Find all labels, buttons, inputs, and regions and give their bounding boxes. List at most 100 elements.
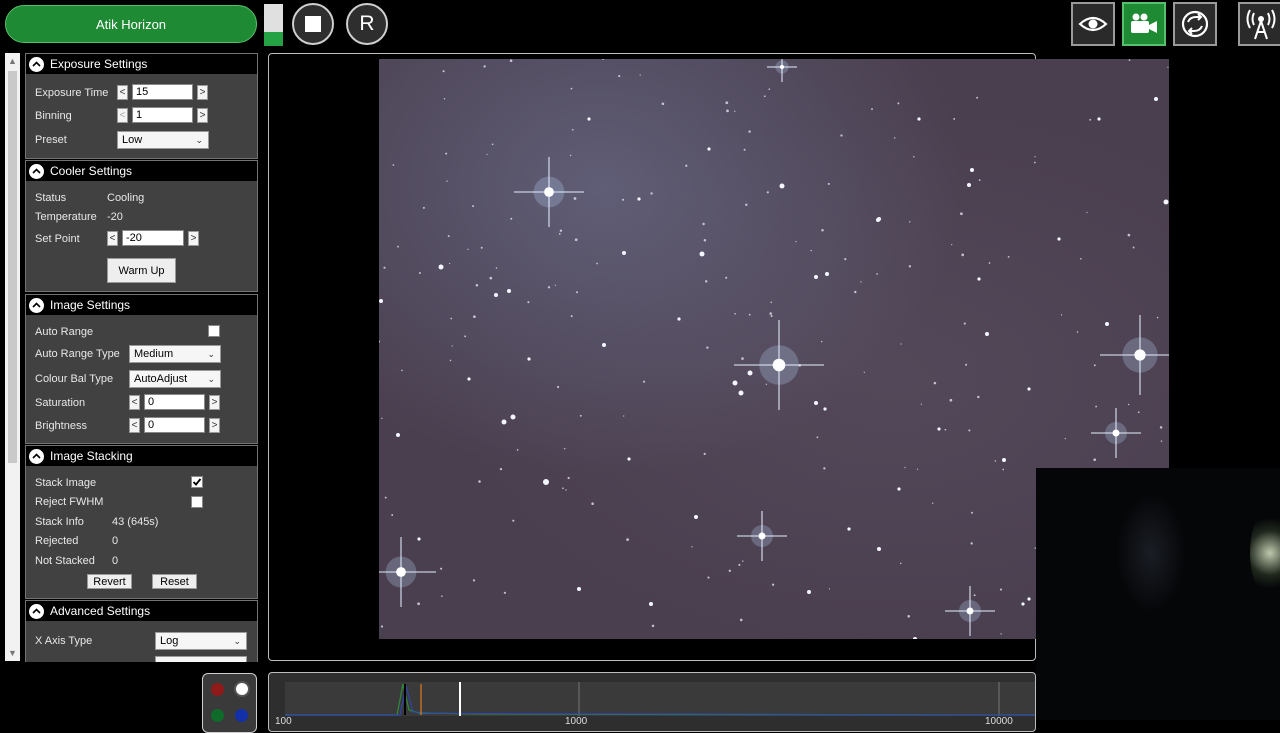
faint-star — [771, 583, 775, 586]
set-point-label: Set Point — [35, 233, 80, 245]
brightness-input[interactable]: 0 — [144, 417, 205, 433]
green-channel-icon[interactable] — [211, 709, 224, 722]
faint-star — [854, 290, 857, 294]
faint-star — [953, 117, 956, 120]
not-stacked-value: 0 — [112, 555, 119, 567]
faint-star — [516, 449, 519, 451]
view-button[interactable] — [1071, 2, 1115, 46]
faint-star — [1076, 331, 1079, 333]
histogram-panel[interactable]: 100 1000 10000 — [268, 672, 1036, 732]
colour-bal-type-label: Colour Bal Type — [35, 373, 114, 385]
colour-bal-type-select[interactable]: AutoAdjust ⌄ — [129, 370, 221, 388]
x-axis-type-select[interactable]: Log ⌄ — [155, 632, 247, 650]
faint-star — [745, 203, 748, 207]
faint-star — [464, 335, 467, 338]
color-channel-picker[interactable] — [202, 673, 257, 733]
temperature-label: Temperature — [35, 211, 97, 223]
histogram-tick-label: 10000 — [985, 716, 1013, 727]
camera-select-button[interactable]: Atik Horizon — [5, 5, 257, 43]
faint-star — [977, 395, 980, 399]
faint-star — [770, 314, 773, 318]
faint-star — [827, 182, 830, 185]
histogram-plot — [285, 682, 1035, 716]
faint-star — [726, 109, 729, 113]
image-settings-header[interactable]: Image Settings — [26, 295, 257, 315]
faint-star — [575, 291, 579, 294]
sync-button[interactable] — [1173, 2, 1217, 46]
faint-star — [383, 266, 386, 269]
exposure-time-label: Exposure Time — [35, 87, 109, 99]
warm-up-button[interactable]: Warm Up — [107, 258, 176, 283]
star — [1002, 458, 1006, 462]
advanced-settings-header[interactable]: Advanced Settings — [26, 601, 257, 621]
binning-increment-button[interactable]: > — [197, 108, 208, 123]
faint-star — [766, 191, 769, 194]
checkmark-icon — [192, 478, 202, 486]
stop-button[interactable] — [292, 3, 334, 45]
blue-channel-icon[interactable] — [235, 709, 248, 722]
star — [747, 370, 753, 376]
exposure-increment-button[interactable]: > — [197, 85, 208, 100]
faint-star — [401, 369, 403, 372]
star — [985, 332, 989, 336]
auto-range-checkbox[interactable] — [208, 325, 220, 337]
red-channel-icon[interactable] — [211, 683, 224, 696]
reset-stack-button[interactable]: Reset — [152, 574, 197, 589]
star — [779, 183, 785, 189]
set-point-increment-button[interactable]: > — [188, 231, 199, 246]
saturation-input[interactable]: 0 — [144, 394, 205, 410]
faint-star — [445, 152, 448, 155]
star — [825, 272, 829, 276]
auto-range-type-select[interactable]: Medium ⌄ — [129, 345, 221, 363]
faint-star — [417, 602, 420, 606]
reset-button[interactable]: R — [346, 3, 388, 45]
cooler-settings-header[interactable]: Cooler Settings — [26, 161, 257, 181]
star — [913, 637, 917, 639]
faint-star — [591, 502, 594, 505]
binning-decrement-button[interactable]: < — [117, 108, 128, 123]
saturation-increment-button[interactable]: > — [209, 395, 220, 410]
scroll-down-icon[interactable]: ▼ — [5, 646, 20, 660]
faint-star — [1095, 405, 1098, 408]
binning-input[interactable]: 1 — [132, 107, 193, 123]
scroll-up-icon[interactable]: ▲ — [5, 54, 20, 68]
faint-star — [1064, 437, 1066, 440]
reject-fwhm-checkbox[interactable] — [191, 496, 203, 508]
exposure-settings-header[interactable]: Exposure Settings — [26, 54, 257, 74]
preset-select[interactable]: Low ⌄ — [117, 131, 209, 149]
revert-button[interactable]: Revert — [87, 574, 132, 589]
faint-star — [495, 267, 498, 269]
exposure-time-input[interactable]: 15 — [132, 84, 193, 100]
histogram-tick-label: 100 — [275, 716, 292, 727]
star — [1091, 408, 1141, 458]
faint-star — [768, 88, 771, 91]
faint-star — [473, 315, 476, 319]
star — [876, 218, 880, 222]
faint-star — [978, 179, 981, 181]
star — [814, 401, 818, 405]
set-point-decrement-button[interactable]: < — [107, 231, 118, 246]
stack-image-checkbox[interactable] — [191, 476, 203, 488]
brightness-decrement-button[interactable]: < — [129, 418, 140, 433]
chevron-down-icon: ⌄ — [195, 135, 203, 145]
connection-button[interactable] — [1238, 2, 1280, 46]
reject-fwhm-label: Reject FWHM — [35, 496, 104, 508]
brightness-increment-button[interactable]: > — [209, 418, 220, 433]
stack-image-label: Stack Image — [35, 477, 97, 489]
cooler-settings-section: Cooler Settings Status Cooling Temperatu… — [25, 160, 258, 292]
set-point-input[interactable]: -20 — [122, 230, 184, 246]
saturation-decrement-button[interactable]: < — [129, 395, 140, 410]
exposure-decrement-button[interactable]: < — [117, 85, 128, 100]
capture-button[interactable] — [1122, 2, 1166, 46]
faint-star — [527, 301, 530, 304]
faint-star — [446, 180, 448, 182]
x-axis-type-label: X Axis Type — [35, 635, 93, 647]
panel-scrollbar[interactable]: ▲ ▼ — [5, 53, 20, 661]
video-camera-icon — [1131, 13, 1157, 33]
image-stacking-header[interactable]: Image Stacking — [26, 446, 257, 466]
star — [507, 289, 511, 293]
next-setting-select[interactable] — [155, 656, 247, 662]
scrollbar-thumb[interactable] — [8, 71, 17, 463]
star — [577, 587, 581, 591]
white-channel-icon[interactable] — [234, 681, 250, 697]
